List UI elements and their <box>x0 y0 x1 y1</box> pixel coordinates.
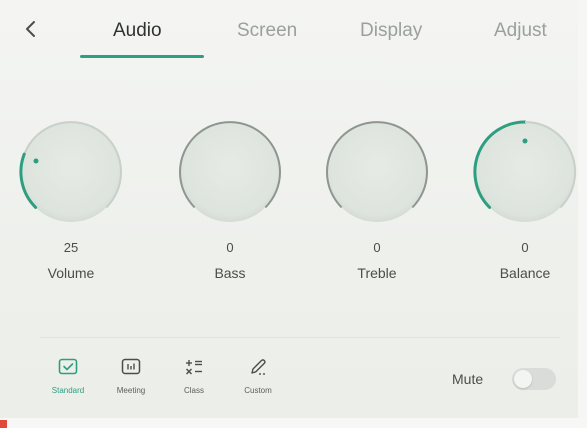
mode-standard-label: Standard <box>51 386 85 395</box>
volume-knob[interactable] <box>12 113 130 231</box>
audio-settings-panel: Audio Screen Display Adjust 25 Volume 0 … <box>0 0 587 428</box>
tab-audio[interactable]: Audio <box>113 20 162 42</box>
chevron-left-icon <box>26 21 35 37</box>
bass-label: Bass <box>214 265 246 281</box>
mute-toggle-thumb <box>514 370 532 388</box>
tab-adjust[interactable]: Adjust <box>494 20 547 42</box>
treble-value: 0 <box>373 240 381 255</box>
bass-value: 0 <box>226 240 234 255</box>
screen-edge-bottom <box>0 418 587 428</box>
volume-value: 25 <box>63 240 79 255</box>
mode-standard[interactable]: Standard <box>40 356 96 395</box>
treble-label: Treble <box>357 265 397 281</box>
mode-class[interactable]: Class <box>166 356 222 395</box>
mode-meeting-label: Meeting <box>116 386 146 395</box>
balance-value: 0 <box>521 240 529 255</box>
math-symbols-icon <box>183 356 205 378</box>
volume-label: Volume <box>47 265 95 281</box>
active-tab-indicator <box>80 55 204 58</box>
check-box-icon <box>57 356 79 378</box>
treble-knob[interactable] <box>318 113 436 231</box>
pen-icon <box>247 356 269 378</box>
tab-display[interactable]: Display <box>360 20 422 42</box>
screen-edge-right <box>578 0 587 428</box>
corner-mark <box>0 420 7 428</box>
mode-class-label: Class <box>183 386 204 395</box>
balance-label: Balance <box>499 265 551 281</box>
mute-toggle[interactable] <box>512 368 556 390</box>
mode-custom[interactable]: Custom <box>230 356 286 395</box>
balance-knob[interactable] <box>466 113 584 231</box>
equalizer-box-icon <box>120 356 142 378</box>
bass-knob[interactable] <box>171 113 289 231</box>
mode-custom-label: Custom <box>244 386 272 395</box>
divider <box>40 337 560 338</box>
mode-meeting[interactable]: Meeting <box>103 356 159 395</box>
back-button[interactable] <box>20 18 42 40</box>
mute-label: Mute <box>452 371 484 387</box>
tab-screen[interactable]: Screen <box>237 20 297 42</box>
